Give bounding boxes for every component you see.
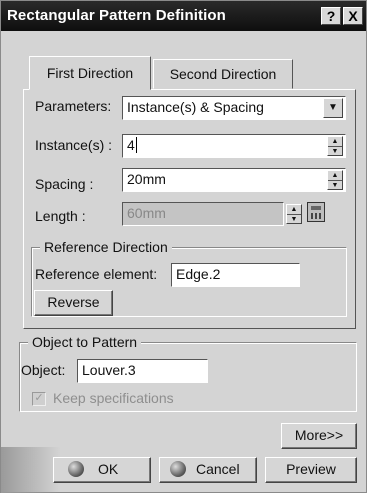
window-shadow <box>1 447 61 493</box>
instances-spinner[interactable]: ▲ ▼ <box>327 136 343 156</box>
dialog-title: Rectangular Pattern Definition <box>7 7 226 24</box>
spin-down-icon[interactable]: ▼ <box>287 214 301 223</box>
reference-element-field[interactable]: Edge.2 <box>171 263 300 287</box>
object-label: Object: <box>21 362 66 378</box>
spacing-spinner[interactable]: ▲ ▼ <box>327 170 343 190</box>
ok-bullet-icon <box>68 461 84 477</box>
object-field[interactable]: Louver.3 <box>77 359 208 383</box>
ok-button[interactable]: OK <box>53 457 151 483</box>
spin-up-icon[interactable]: ▲ <box>328 171 342 180</box>
instances-input[interactable]: 4 <box>122 134 346 158</box>
chevron-down-icon[interactable]: ▼ <box>323 98 343 118</box>
cancel-button[interactable]: Cancel <box>159 457 257 483</box>
tab-first-direction[interactable]: First Direction <box>29 56 151 90</box>
length-spinner[interactable]: ▲ ▼ <box>286 204 302 224</box>
reference-direction-title: Reference Direction <box>40 238 172 256</box>
help-button[interactable]: ? <box>321 7 341 25</box>
length-value: 60mm <box>127 205 166 221</box>
rectangular-pattern-dialog: Rectangular Pattern Definition ? X First… <box>0 0 367 493</box>
spin-down-icon[interactable]: ▼ <box>328 146 342 155</box>
object-value: Louver.3 <box>82 362 136 378</box>
preview-button[interactable]: Preview <box>265 457 357 483</box>
reverse-button[interactable]: Reverse <box>34 290 113 316</box>
spin-up-icon[interactable]: ▲ <box>287 205 301 214</box>
parameters-select[interactable]: Instance(s) & Spacing <box>122 96 346 120</box>
length-label: Length : <box>35 208 86 224</box>
cancel-label: Cancel <box>196 461 240 477</box>
parameters-selected-value: Instance(s) & Spacing <box>127 99 264 115</box>
spacing-value: 20mm <box>127 171 166 187</box>
spin-up-icon[interactable]: ▲ <box>328 137 342 146</box>
reference-element-value: Edge.2 <box>176 266 221 282</box>
object-to-pattern-title: Object to Pattern <box>28 333 142 351</box>
more-button[interactable]: More>> <box>281 423 357 449</box>
spacing-input[interactable]: 20mm <box>122 168 346 192</box>
spin-down-icon[interactable]: ▼ <box>328 180 342 189</box>
ok-label: OK <box>98 461 119 477</box>
keep-specifications-checkbox[interactable]: ✓ <box>32 392 46 406</box>
close-button[interactable]: X <box>343 7 363 25</box>
formula-calculator-icon[interactable] <box>307 202 325 222</box>
reference-element-label: Reference element: <box>35 266 158 282</box>
keep-specifications-label: Keep specifications <box>53 390 174 406</box>
spacing-label: Spacing : <box>35 176 94 192</box>
instances-value: 4 <box>127 137 135 153</box>
title-bar[interactable]: Rectangular Pattern Definition ? X <box>1 1 366 31</box>
tab-second-direction[interactable]: Second Direction <box>153 59 293 89</box>
cancel-bullet-icon <box>170 461 186 477</box>
length-input[interactable]: 60mm <box>122 202 284 226</box>
parameters-label: Parameters: <box>35 98 112 114</box>
instances-label: Instance(s) : <box>35 137 113 153</box>
